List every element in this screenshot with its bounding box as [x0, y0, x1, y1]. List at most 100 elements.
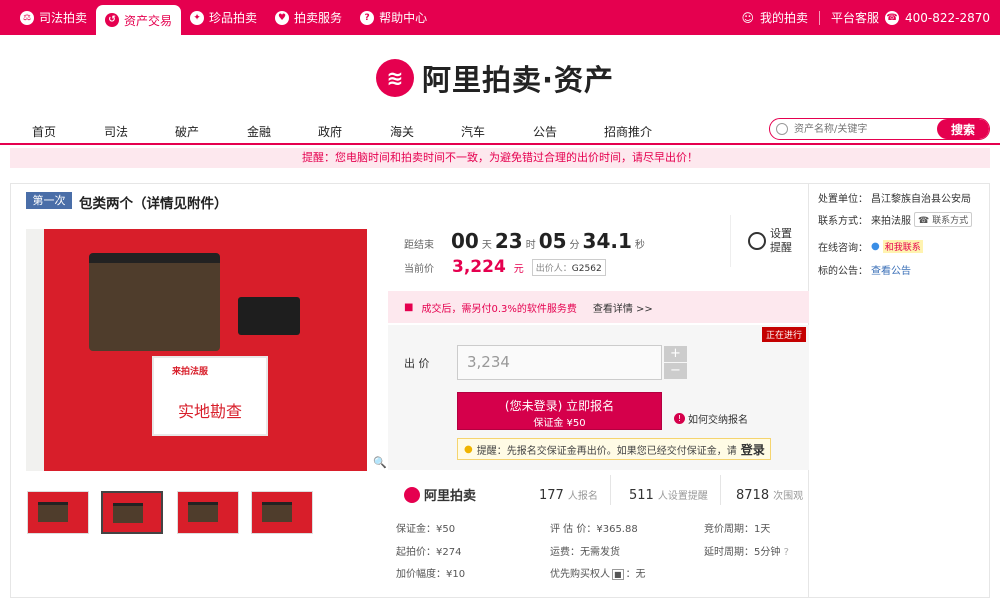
- login-tip: ● 提醒：先报名交保证金再出价。如果您已经交付保证金，请 登录: [457, 438, 771, 460]
- zoom-icon[interactable]: 🔍: [373, 456, 387, 469]
- view-count: 8718 次围观: [736, 487, 803, 503]
- chat-button[interactable]: 和我联系: [882, 240, 923, 253]
- round-badge: 第一次: [26, 192, 72, 209]
- gift-icon: ■: [404, 301, 414, 313]
- help-icon[interactable]: ?: [784, 547, 789, 558]
- countdown-minutes: 05: [538, 229, 567, 253]
- header: ≋ 阿里拍卖·资产: [0, 35, 1000, 117]
- how-to-register-label: 如何交纳报名: [688, 415, 748, 426]
- shipping-info: 运费：无需发货: [550, 547, 620, 558]
- thumbnail-selected[interactable]: [101, 491, 163, 534]
- register-label: (您未登录) 立即报名: [504, 399, 615, 413]
- disposal-unit-name[interactable]: 昌江黎族自治县公安局: [871, 190, 971, 205]
- divider: [610, 475, 611, 505]
- tip-text: 提醒：先报名交保证金再出价。如果您已经交付保证金，请: [476, 445, 737, 457]
- countdown-minutes-unit: 分: [569, 240, 580, 251]
- alibaba-logo-icon: [404, 486, 420, 503]
- thumbnail[interactable]: [27, 491, 89, 534]
- nav-item-government[interactable]: 政府: [318, 123, 342, 140]
- top-nav-item[interactable]: ? 帮助中心: [351, 0, 436, 35]
- top-bar: ⚖ 司法拍卖 ↺ 资产交易 ✦ 珍品拍卖 ♥ 拍卖服务? 帮助中心 ☺ 我的拍卖 平台客服 ☎ …: [0, 0, 1000, 35]
- thumbnail[interactable]: [251, 491, 313, 534]
- item-main-image[interactable]: 来拍法服 实地勘查: [26, 229, 367, 471]
- search-box: 搜索: [769, 118, 990, 140]
- top-right: ☺ 我的拍卖 平台客服 ☎ 400-822-2870: [741, 0, 990, 35]
- set-reminder-button[interactable]: 设置 提醒: [730, 215, 809, 267]
- deposit-info: 保证金：¥50: [396, 524, 456, 535]
- treasure-icon: ✦: [190, 10, 205, 25]
- countdown: 距结束 00 天 23 时 05 分 34.1 秒: [404, 229, 645, 253]
- nav-item-finance[interactable]: 金融: [247, 123, 271, 140]
- phone-icon: ☎: [918, 216, 930, 226]
- delay-label: 延时周期：5分钟: [704, 547, 781, 558]
- countdown-seconds: 34.1: [582, 229, 632, 253]
- sign-text: 实地勘查: [177, 402, 242, 421]
- countdown-label: 距结束: [404, 240, 434, 251]
- divider: [720, 475, 721, 505]
- nav-item-customs[interactable]: 海关: [390, 123, 414, 140]
- bag-image: [89, 253, 220, 351]
- sign-logo: 来拍法服: [172, 367, 209, 377]
- status-badge: 正在进行: [762, 327, 807, 342]
- image-wall: [26, 229, 44, 471]
- nav-item-announcement[interactable]: 公告: [533, 123, 557, 140]
- price-value: 3,224: [452, 257, 506, 277]
- chat-icon: ●: [871, 241, 880, 252]
- nav-item-car[interactable]: 汽车: [461, 123, 485, 140]
- login-link[interactable]: 登录: [741, 441, 765, 458]
- decrease-bid-button[interactable]: −: [664, 363, 687, 379]
- bidder-id: G2562: [571, 263, 602, 274]
- service-label[interactable]: 平台客服: [831, 9, 879, 26]
- countdown-hours: 23: [494, 229, 523, 253]
- top-nav-item[interactable]: ♥ 拍卖服务: [266, 0, 351, 35]
- nav-item-home[interactable]: 首页: [32, 123, 56, 140]
- increase-bid-button[interactable]: +: [664, 346, 687, 362]
- priority-value: ：无: [625, 569, 646, 580]
- inspection-sign: 来拍法服 实地勘查: [152, 356, 268, 436]
- notice-row: 标的公告： 查看公告: [818, 262, 911, 277]
- bid-input[interactable]: 3,234: [457, 345, 662, 380]
- top-nav-item[interactable]: ↺ 资产交易: [96, 5, 182, 35]
- reminder-label: 设置 提醒: [770, 227, 792, 255]
- increment-info: 加价幅度：¥10: [396, 569, 466, 580]
- contact-button[interactable]: ☎ 联系方式: [914, 212, 973, 227]
- fee-notice: ■ 成交后，需另付0.3%的软件服务费 查看详情 >>: [388, 291, 809, 323]
- reminder-line1: 设置: [770, 227, 792, 240]
- search-input[interactable]: [788, 119, 937, 139]
- signup-count: 177 人报名: [539, 487, 598, 503]
- divider: [818, 10, 820, 25]
- reminder-count-label: 人设置提醒: [657, 491, 708, 502]
- lightbulb-icon: ●: [464, 443, 473, 455]
- nav-item-bankruptcy[interactable]: 破产: [175, 123, 199, 140]
- heart-icon: ♥: [275, 10, 290, 25]
- view-notice-link[interactable]: 查看公告: [871, 262, 911, 277]
- nav-item-judicial[interactable]: 司法: [104, 123, 128, 140]
- start-price-info: 起拍价：¥274: [396, 547, 462, 558]
- how-to-register-link[interactable]: ! 如何交纳报名: [674, 411, 748, 426]
- register-button[interactable]: (您未登录) 立即报名 保证金 ¥50: [457, 392, 662, 430]
- fee-details-link[interactable]: 查看详情 >>: [593, 300, 653, 315]
- price-label: 当前价: [404, 263, 434, 275]
- current-price: 当前价 3,224 元 出价人：G2562: [404, 257, 606, 277]
- top-nav-item[interactable]: ⚖ 司法拍卖: [0, 0, 96, 35]
- countdown-hours-unit: 时: [525, 240, 536, 251]
- countdown-days: 00: [451, 229, 479, 253]
- nav-item-investment[interactable]: 招商推介: [604, 123, 652, 140]
- contact-name: 来拍法服: [871, 216, 911, 227]
- logo-mark-icon: ≋: [376, 59, 414, 97]
- fee-text: 成交后，需另付0.3%的软件服务费: [421, 303, 577, 315]
- top-nav-item[interactable]: ✦ 珍品拍卖: [181, 0, 266, 35]
- site-logo[interactable]: ≋ 阿里拍卖·资产: [376, 57, 614, 99]
- thumbnail[interactable]: [177, 491, 239, 534]
- countdown-seconds-unit: 秒: [634, 240, 645, 251]
- alibaba-auction-logo: 阿里拍卖: [404, 485, 476, 504]
- my-auction-link[interactable]: 我的拍卖: [760, 9, 808, 26]
- appraisal-info: 评 估 价：¥365.88: [550, 524, 638, 535]
- bidder-label: 出价人：: [535, 263, 572, 274]
- asset-icon: ↺: [105, 13, 120, 27]
- service-phone: 400-822-2870: [904, 10, 990, 25]
- help-icon: ?: [360, 10, 375, 25]
- search-button[interactable]: 搜索: [937, 119, 989, 139]
- contact-info: 联系方式： 来拍法服 ☎ 联系方式: [818, 212, 973, 227]
- signup-number: 177: [539, 488, 564, 503]
